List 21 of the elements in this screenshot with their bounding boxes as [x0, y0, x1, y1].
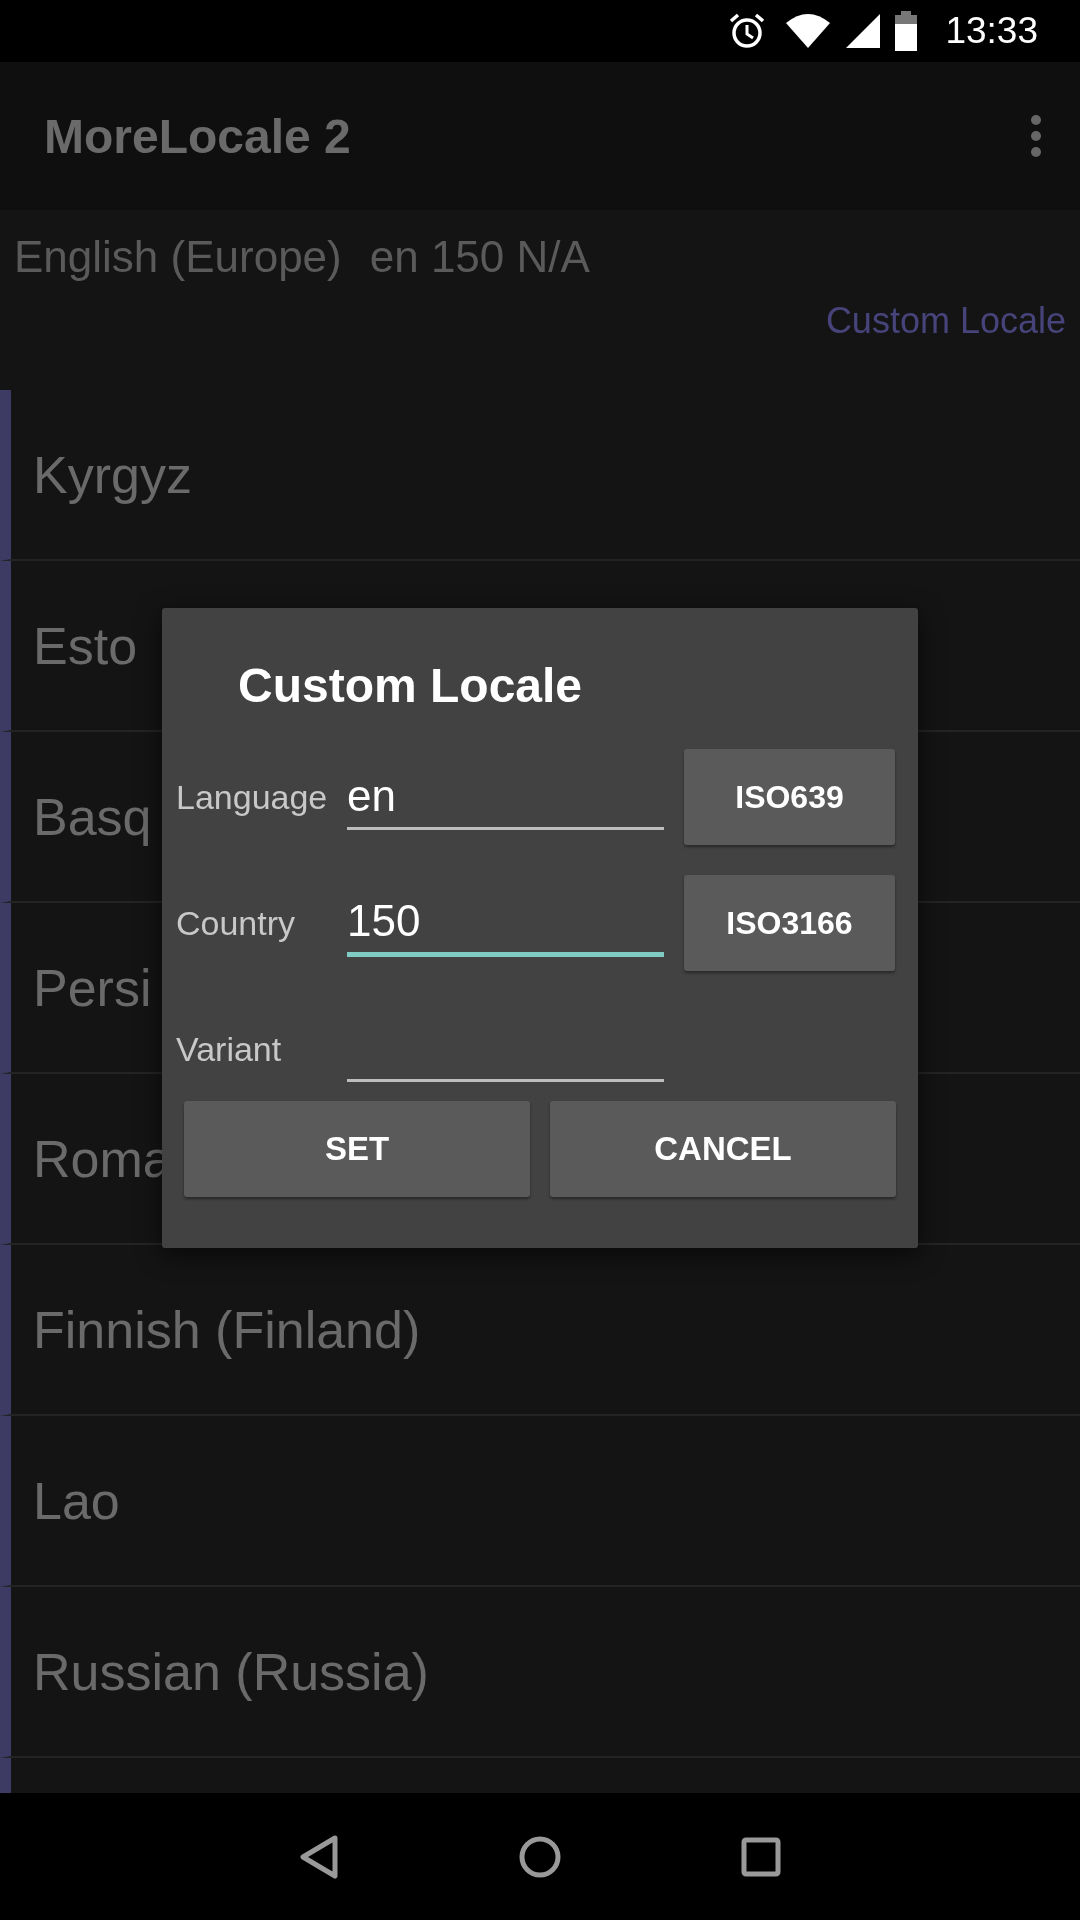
code-list-button[interactable]: ISO639	[684, 749, 895, 845]
locale-name: English (Europe)	[14, 232, 342, 282]
cancel-button[interactable]: CANCEL	[550, 1101, 896, 1197]
signal-icon	[845, 13, 882, 49]
input-field[interactable]: en	[347, 764, 664, 830]
field-label: Country	[176, 903, 297, 943]
app-title: MoreLocale 2	[44, 108, 351, 164]
wifi-icon	[785, 13, 832, 49]
home-icon[interactable]	[518, 1834, 562, 1879]
set-button[interactable]: SET	[184, 1101, 530, 1197]
more-options-icon[interactable]	[1030, 114, 1042, 158]
field-label: Language	[176, 777, 329, 817]
field-label: Variant	[176, 1029, 283, 1069]
battery-icon	[895, 11, 918, 51]
back-icon[interactable]	[299, 1834, 340, 1879]
dialog-title: Custom Locale	[237, 658, 584, 713]
recents-icon[interactable]	[740, 1836, 781, 1877]
input-field[interactable]: 150	[347, 889, 664, 957]
status-time: 13:33	[945, 10, 1038, 52]
locale-code: en 150 N/A	[369, 232, 590, 282]
code-list-button[interactable]: ISO3166	[684, 875, 895, 971]
